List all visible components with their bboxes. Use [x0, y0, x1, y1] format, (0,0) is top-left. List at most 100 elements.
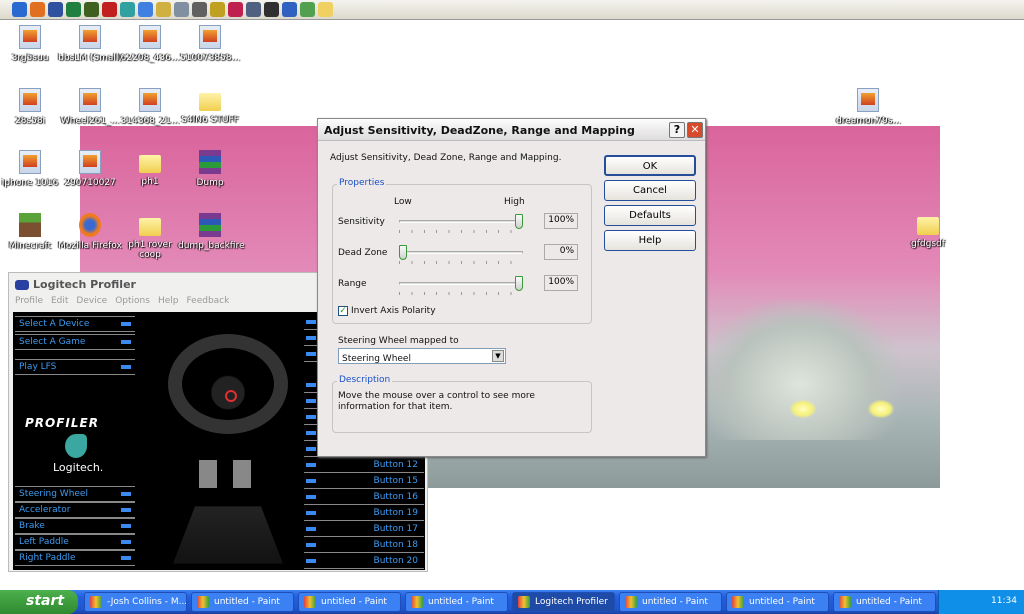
taskbar-item[interactable]: untitled - Paint — [833, 592, 936, 612]
desktop-icon[interactable]: gfdgsdf — [896, 212, 960, 249]
profiler-item[interactable]: Select A Device — [15, 316, 135, 332]
button-mapping-item[interactable]: Button 16 — [304, 490, 424, 505]
app-icon[interactable] — [192, 2, 207, 17]
app-icon[interactable] — [282, 2, 297, 17]
menu-bars-icon — [121, 540, 131, 544]
file-icon — [857, 88, 879, 112]
app-icon[interactable] — [138, 2, 153, 17]
button-label: Button 12 — [373, 460, 418, 470]
firefox-icon[interactable] — [30, 2, 45, 17]
slider-thumb[interactable] — [399, 245, 407, 260]
wallpaper-car — [700, 300, 900, 440]
menu-help[interactable]: Help — [158, 296, 179, 312]
desktop-icon[interactable]: S4IN6 STUFF — [178, 88, 242, 125]
ie-icon[interactable] — [12, 2, 27, 17]
desktop-icon[interactable]: dreamon79s... — [836, 88, 901, 126]
taskbar-item[interactable]: untitled - Paint — [298, 592, 401, 612]
button-mapping-item[interactable]: Button 12 — [304, 458, 424, 473]
axis-item[interactable]: Accelerator — [15, 502, 135, 518]
file-icon — [19, 25, 41, 49]
desktop-icon[interactable]: iphone 1016 — [0, 150, 62, 188]
taskbar-item[interactable]: untitled - Paint — [191, 592, 294, 612]
app-icon[interactable] — [210, 2, 225, 17]
menu-device[interactable]: Device — [76, 296, 107, 312]
axis-item[interactable]: Right Paddle — [15, 550, 135, 566]
mapping-select[interactable]: Steering Wheel ▼ — [338, 348, 506, 364]
desktop-icon[interactable]: 510073858... — [178, 25, 242, 63]
file-icon — [199, 25, 221, 49]
profiler-item[interactable]: Select A Game — [15, 334, 135, 350]
app-icon[interactable] — [120, 2, 135, 17]
desktop-icon[interactable]: 28s58i — [0, 88, 62, 126]
defaults-button[interactable]: Defaults — [604, 205, 696, 226]
adjust-sensitivity-dialog: Adjust Sensitivity, DeadZone, Range and … — [317, 118, 706, 457]
menu-bars-icon — [121, 508, 131, 512]
slider-track[interactable] — [399, 220, 523, 223]
desktop-icon[interactable]: Wheel261_... — [58, 88, 122, 126]
desktop-icon[interactable]: ph1 — [118, 150, 182, 187]
app-icon — [732, 596, 744, 608]
desktop-icon[interactable]: 314368_21... — [118, 88, 182, 126]
button-mapping-item[interactable]: Button 15 — [304, 474, 424, 489]
invert-axis-checkbox[interactable]: ✓ Invert Axis Polarity — [338, 306, 436, 316]
help-title-button[interactable]: ? — [669, 122, 685, 138]
taskbar-item[interactable]: untitled - Paint — [405, 592, 508, 612]
taskbar-item[interactable]: Logitech Profiler — [512, 592, 615, 612]
taskbar-item[interactable]: -Josh Collins - M... — [84, 592, 187, 612]
slider-value: 100% — [544, 275, 578, 291]
app-icon[interactable] — [156, 2, 171, 17]
desktop-icon[interactable]: Mozilla Firefox — [58, 213, 122, 251]
slider-track[interactable] — [399, 251, 523, 254]
button-mapping-item[interactable]: Button 17 — [304, 522, 424, 537]
clock: 11:34 — [991, 596, 1017, 606]
app-icon[interactable] — [300, 2, 315, 17]
slider-thumb[interactable] — [515, 214, 523, 229]
app-icon[interactable] — [228, 2, 243, 17]
taskbar-item[interactable]: untitled - Paint — [726, 592, 829, 612]
menu-bars-icon — [306, 479, 316, 483]
minecraft-icon[interactable] — [84, 2, 99, 17]
axis-item[interactable]: Steering Wheel — [15, 486, 135, 502]
help-button[interactable]: Help — [604, 230, 696, 251]
menu-edit[interactable]: Edit — [51, 296, 68, 312]
menu-profile[interactable]: Profile — [15, 296, 43, 312]
desktop-icon[interactable]: dump_backfire — [178, 213, 245, 251]
app-icon[interactable] — [48, 2, 63, 17]
app-icon[interactable] — [264, 2, 279, 17]
menu-options[interactable]: Options — [115, 296, 150, 312]
desktop-icon[interactable]: ph1 rover coop — [118, 213, 182, 260]
start-button[interactable]: start — [0, 590, 78, 614]
desktop-icon[interactable]: 62208_436... — [118, 25, 182, 63]
button-label: Button 20 — [373, 556, 418, 566]
axis-item-label: Left Paddle — [19, 537, 69, 547]
desktop-icon[interactable]: 3rg5suu — [0, 25, 62, 63]
desktop-icon[interactable]: bbsLM (Small) — [58, 25, 122, 63]
menu-feedback[interactable]: Feedback — [186, 296, 229, 312]
ff-icon — [79, 213, 101, 237]
desktop-icon[interactable]: 290710027 — [58, 150, 122, 188]
chevron-down-icon[interactable]: ▼ — [492, 350, 504, 362]
app-icon[interactable] — [246, 2, 261, 17]
close-button[interactable]: ✕ — [687, 122, 703, 138]
slider-track[interactable] — [399, 282, 523, 285]
ok-button[interactable]: OK — [604, 155, 696, 176]
app-icon[interactable] — [174, 2, 189, 17]
logitech-brand: Logitech. — [53, 461, 104, 474]
desktop-icon[interactable]: Dump — [178, 150, 242, 188]
desktop-icon[interactable]: Minecraft — [0, 213, 62, 251]
pedals-image — [173, 506, 283, 564]
app-icon[interactable] — [66, 2, 81, 17]
folder-icon[interactable] — [318, 2, 333, 17]
button-mapping-item[interactable]: Button 18 — [304, 538, 424, 553]
taskbar-item[interactable]: untitled - Paint — [619, 592, 722, 612]
profiler-item[interactable]: Play LFS — [15, 359, 135, 375]
description-label: Description — [337, 375, 393, 385]
ati-icon[interactable] — [102, 2, 117, 17]
button-mapping-item[interactable]: Button 20 — [304, 554, 424, 569]
button-mapping-item[interactable]: Button 19 — [304, 506, 424, 521]
desktop-icon-label: 290710027 — [64, 178, 116, 188]
axis-item[interactable]: Left Paddle — [15, 534, 135, 550]
axis-item[interactable]: Brake — [15, 518, 135, 534]
slider-thumb[interactable] — [515, 276, 523, 291]
cancel-button[interactable]: Cancel — [604, 180, 696, 201]
